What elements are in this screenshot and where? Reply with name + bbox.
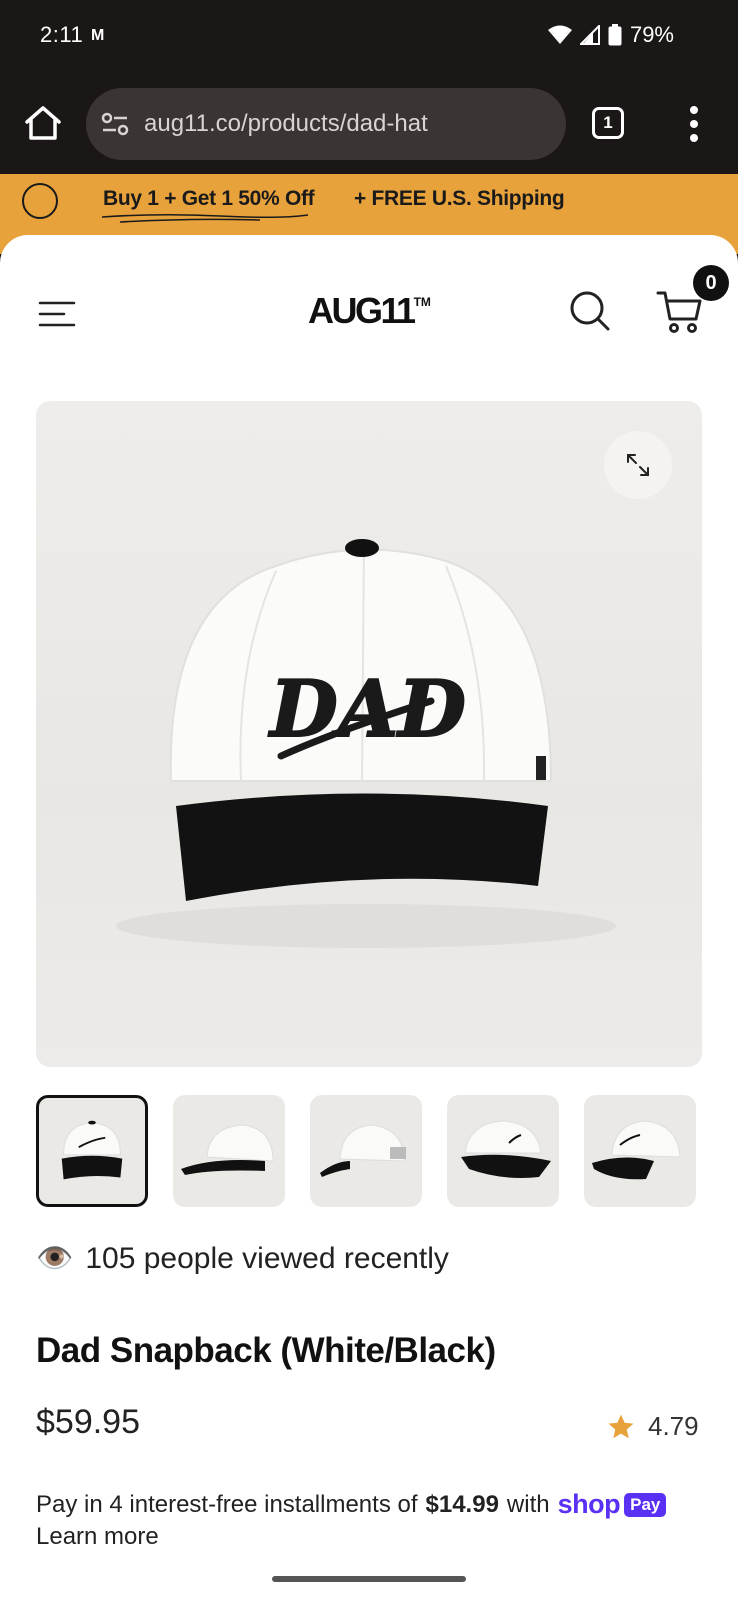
expand-image-button[interactable] [604, 431, 672, 499]
logo-trademark: TM [413, 295, 431, 309]
underline-scribble [101, 213, 309, 223]
logo-text: AUG11 [308, 290, 416, 331]
thumbnail-1[interactable] [36, 1095, 148, 1207]
menu-icon[interactable] [38, 299, 78, 329]
battery-icon [608, 24, 622, 46]
shop-pay-wordmark: shop [557, 1489, 621, 1519]
installments-amount: $14.99 [425, 1490, 499, 1518]
screen: 2:11 M 79% aug11.co/products/dad-hat 1 B… [0, 0, 738, 1600]
product-main-image[interactable]: DAD [36, 401, 702, 1067]
thumbnail-strip [36, 1095, 702, 1207]
url-text[interactable]: aug11.co/products/dad-hat [144, 110, 428, 138]
product-title: Dad Snapback (White/Black) [36, 1331, 496, 1370]
promo-shipping: + FREE U.S. Shipping [354, 187, 565, 210]
status-time: 2:11 [40, 22, 84, 47]
cart-count-badge: 0 [693, 265, 729, 301]
more-options-icon[interactable] [684, 102, 704, 146]
gesture-handle[interactable] [272, 1576, 466, 1582]
product-rating[interactable]: 4.79 [606, 1411, 699, 1442]
installments-info: Pay in 4 interest-free installments of $… [36, 1489, 667, 1520]
learn-more-link[interactable]: Learn more [36, 1523, 159, 1551]
battery-level: 79% [629, 22, 674, 47]
store-page: AUG11TM 0 DAD 👁️ 105 people viewed recen… [0, 235, 738, 1600]
cap-illustration: DAD [116, 539, 616, 948]
installments-suffix: with [506, 1490, 550, 1518]
thumbnail-5[interactable] [584, 1095, 696, 1207]
cap-logo-text: DAD [268, 664, 466, 755]
tab-switcher-button[interactable]: 1 [592, 107, 624, 139]
store-logo[interactable]: AUG11TM [308, 290, 431, 332]
signal-icon [579, 25, 600, 45]
home-icon[interactable] [22, 102, 64, 144]
product-price: $59.95 [36, 1403, 140, 1441]
browser-toolbar: aug11.co/products/dad-hat 1 [0, 74, 738, 174]
eye-icon: 👁️ [36, 1242, 74, 1275]
thumbnail-3[interactable] [310, 1095, 422, 1207]
url-bar[interactable]: aug11.co/products/dad-hat [86, 88, 566, 160]
recent-views: 👁️ 105 people viewed recently [36, 1241, 449, 1276]
thumbnail-front-image [61, 1120, 123, 1180]
thumbnail-angle-image [461, 1120, 551, 1178]
search-icon[interactable] [568, 289, 612, 333]
thumbnail-side-image [181, 1124, 274, 1175]
thumbnail-back-image [320, 1124, 406, 1177]
rating-value: 4.79 [648, 1411, 699, 1441]
status-icons: 79% [547, 22, 674, 48]
recent-views-text: 105 people viewed recently [85, 1241, 449, 1275]
shop-pay-pill: Pay [624, 1492, 667, 1517]
wifi-icon [547, 25, 572, 44]
thumbnail-4[interactable] [447, 1095, 559, 1207]
thumbnail-three-quarter-image [592, 1120, 681, 1180]
shop-pay-logo: shop Pay [558, 1489, 667, 1520]
status-bar: 2:11 M 79% [0, 0, 738, 74]
thumbnail-2[interactable] [173, 1095, 285, 1207]
star-icon [608, 1414, 634, 1438]
expand-icon [627, 454, 649, 476]
site-settings-icon[interactable] [100, 109, 130, 139]
installments-prefix: Pay in 4 interest-free installments of [36, 1490, 418, 1518]
promo-offer[interactable]: Buy 1 + Get 1 50% Off [103, 187, 315, 211]
carrier-mark: M [91, 27, 105, 44]
promo-circle-icon [22, 183, 58, 219]
